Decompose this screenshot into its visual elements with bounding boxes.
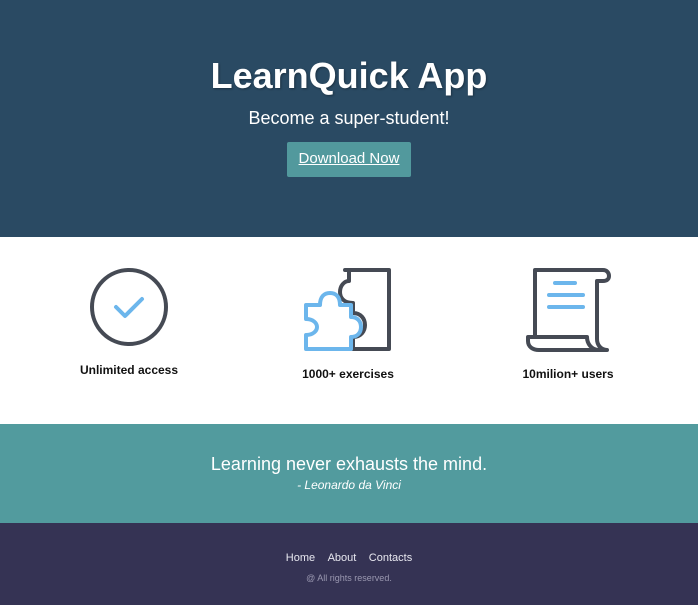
feature-unlimited-access: Unlimited access xyxy=(39,267,219,377)
feature-label: Unlimited access xyxy=(79,363,179,377)
hero-section: LearnQuick App Become a super-student! D… xyxy=(0,0,698,237)
page-title: LearnQuick App xyxy=(210,55,488,96)
checkmark-circle-icon xyxy=(90,268,168,346)
features-section: Unlimited access 1000+ exercises 10milio… xyxy=(0,237,698,424)
scroll-document-icon xyxy=(526,268,611,352)
footer-nav: Home About Contacts xyxy=(0,548,698,566)
puzzle-icon xyxy=(304,268,391,351)
feature-label: 10milion+ users xyxy=(522,367,614,381)
quote-text: Learning never exhausts the mind. xyxy=(210,454,488,474)
feature-exercises: 1000+ exercises xyxy=(258,267,438,381)
quote-section: Learning never exhausts the mind. - Leon… xyxy=(0,424,698,523)
quote-author: - Leonardo da Vinci xyxy=(297,478,401,492)
hero-subtitle: Become a super-student! xyxy=(248,108,450,128)
footer: Home About Contacts @ All rights reserve… xyxy=(0,523,698,605)
footer-link-contacts[interactable]: Contacts xyxy=(369,552,412,564)
download-now-button[interactable]: Download Now xyxy=(286,142,412,177)
footer-link-about[interactable]: About xyxy=(328,552,357,564)
footer-link-home[interactable]: Home xyxy=(286,552,315,564)
copyright-text: @ All rights reserved. xyxy=(306,573,392,583)
feature-label: 1000+ exercises xyxy=(302,367,394,381)
feature-users: 10milion+ users xyxy=(478,267,658,381)
